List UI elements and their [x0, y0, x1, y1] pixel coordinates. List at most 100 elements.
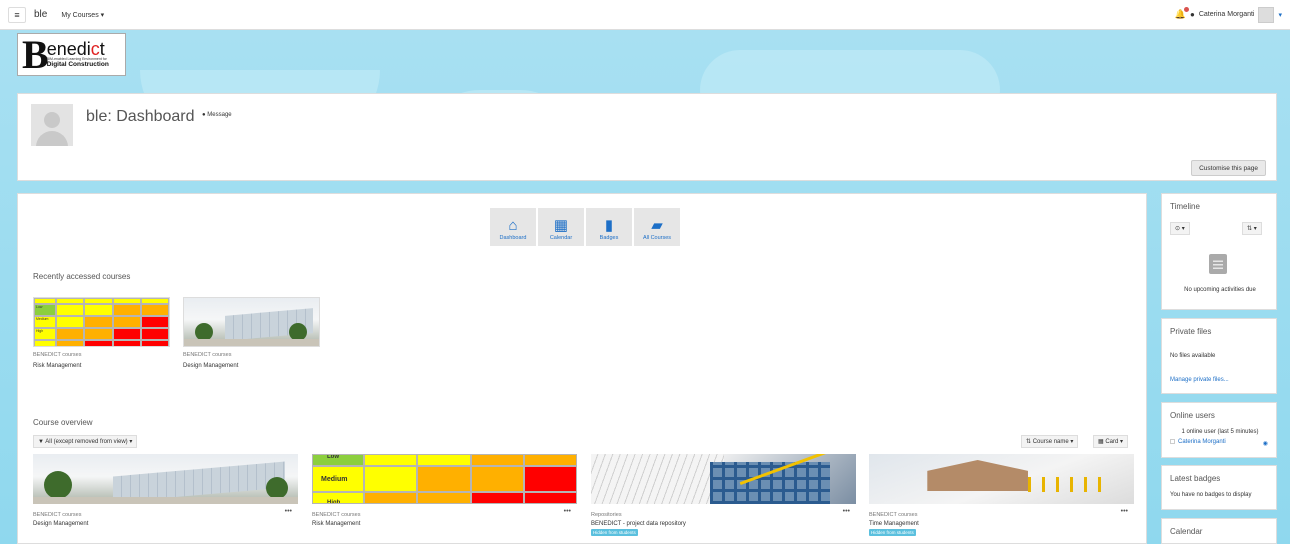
- recent-course-card[interactable]: BENEDICT courses Design Management: [183, 297, 320, 369]
- timeline-filter-dropdown[interactable]: ⊙ ▾: [1170, 222, 1190, 235]
- more-actions-icon[interactable]: •••: [285, 508, 292, 515]
- worker-figures: [1028, 476, 1108, 492]
- site-logo[interactable]: B enedict BIM-enabled Learning Environme…: [17, 33, 126, 76]
- sort-label: Course name: [1032, 439, 1069, 445]
- filter-label: All (except removed from view): [45, 439, 128, 445]
- risk-matrix: Low Medium High: [312, 454, 577, 504]
- user-menu-area: 🔔 ● Caterina Morganti ▾: [1175, 6, 1282, 23]
- logo-letter: B: [22, 31, 49, 77]
- course-image: Low Medium High: [312, 454, 577, 504]
- private-files-empty: No files available: [1170, 353, 1216, 359]
- building-photo: [33, 454, 298, 504]
- quicklink-calendar[interactable]: ▦ Calendar: [538, 208, 584, 246]
- notifications-bell-icon[interactable]: 🔔: [1175, 7, 1189, 20]
- avatar-shoulders: [36, 131, 68, 146]
- course-category: BENEDICT courses: [183, 352, 232, 358]
- quicklink-badges[interactable]: ▮ Badges: [586, 208, 632, 246]
- status-badge: Hidden from students: [591, 529, 638, 536]
- matrix-label: Medium: [34, 316, 56, 328]
- more-actions-icon[interactable]: •••: [843, 508, 850, 515]
- timeline-empty-text: No upcoming activities due: [1184, 287, 1256, 293]
- avatar: [31, 104, 73, 146]
- clock-icon: ⊙: [1175, 226, 1181, 232]
- avatar-head: [44, 112, 60, 128]
- course-filter-dropdown[interactable]: ▼ All (except removed from view) ▾: [33, 435, 138, 448]
- calendar-block: Calendar: [1161, 518, 1277, 544]
- course-image: [33, 454, 298, 504]
- logo-text: enedict BIM-enabled Learning Environment…: [47, 40, 109, 68]
- quicklink-label: Dashboard: [499, 235, 527, 241]
- top-navbar: ≡ ble My Courses ▾ 🔔 ● Caterina Morganti…: [0, 0, 1290, 30]
- view-label: Card: [1105, 439, 1119, 445]
- course-name[interactable]: Risk Management: [312, 521, 577, 527]
- course-category: BENEDICT courses: [312, 512, 361, 518]
- course-image: [869, 454, 1134, 504]
- course-overview-title: Course overview: [33, 418, 93, 427]
- blueprint-rolls: [591, 454, 724, 504]
- avatar[interactable]: [1258, 6, 1275, 23]
- course-card[interactable]: BENEDICT courses Time Management Hidden …: [869, 454, 1134, 544]
- logo-tagline-2: Digital Construction: [46, 61, 109, 69]
- logo-word-part: enedi: [46, 39, 91, 60]
- user-name[interactable]: Caterina Morganti: [1199, 11, 1255, 18]
- matrix-label: Medium: [312, 466, 364, 492]
- recent-courses-title: Recently accessed courses: [33, 272, 131, 281]
- course-image: [591, 454, 856, 504]
- hamburger-icon[interactable]: ≡: [8, 6, 26, 23]
- logo-word-part: t: [99, 39, 105, 60]
- more-actions-icon[interactable]: •••: [1121, 508, 1128, 515]
- manage-private-files-link[interactable]: Manage private files...: [1170, 377, 1229, 383]
- view-dropdown[interactable]: ▦ Card ▾: [1093, 435, 1129, 448]
- course-name[interactable]: Risk Management: [33, 363, 170, 369]
- course-card[interactable]: Repositories BENEDICT - project data rep…: [591, 454, 856, 544]
- status-badge: Hidden from students: [869, 529, 916, 536]
- page-header: ble: Dashboard ● Message Customise this …: [17, 93, 1277, 181]
- filter-icon: ▼: [38, 439, 44, 445]
- message-icon[interactable]: ●: [1190, 10, 1195, 19]
- course-card[interactable]: BENEDICT courses Design Management •••: [33, 454, 298, 544]
- latest-badges-block: Latest badges You have no badges to disp…: [1161, 465, 1277, 510]
- user-avatar-icon: [1170, 439, 1175, 444]
- quicklink-label: Calendar: [549, 235, 573, 241]
- course-name[interactable]: Time Management: [869, 521, 1134, 527]
- eye-icon[interactable]: ◉: [1263, 440, 1268, 447]
- course-category: BENEDICT courses: [33, 352, 82, 358]
- bookmark-icon: ▮: [604, 217, 614, 234]
- course-name[interactable]: Design Management: [183, 363, 320, 369]
- sort-dropdown[interactable]: ⇅ Course name ▾: [1021, 435, 1079, 448]
- message-link[interactable]: ● Message: [202, 112, 232, 118]
- more-actions-icon[interactable]: •••: [564, 508, 571, 515]
- course-card[interactable]: Low Medium High BENEDICT courses Risk Ma…: [312, 454, 577, 544]
- main-content: ⌂ Dashboard ▦ Calendar ▮ Badges ▰ All Co…: [17, 193, 1147, 544]
- quick-links: ⌂ Dashboard ▦ Calendar ▮ Badges ▰ All Co…: [490, 208, 680, 246]
- online-user-item[interactable]: Caterina Morganti: [1170, 439, 1226, 445]
- book-icon: ▰: [651, 217, 663, 234]
- construction-photo: [591, 454, 856, 504]
- matrix-label: Low: [34, 304, 56, 316]
- ground: [184, 339, 319, 346]
- chevron-down-icon[interactable]: ▾: [1278, 11, 1282, 19]
- building-photo: [184, 298, 319, 346]
- course-category: BENEDICT courses: [33, 512, 82, 518]
- recent-course-card[interactable]: Low Medium High BENEDICT courses Risk Ma…: [33, 297, 170, 369]
- my-courses-menu[interactable]: My Courses ▾: [61, 11, 104, 19]
- block-title: Calendar: [1170, 527, 1203, 536]
- matrix-label: High: [34, 328, 56, 340]
- course-name[interactable]: Design Management: [33, 521, 298, 527]
- house-model: [927, 460, 1028, 491]
- empty-timeline-icon: [1209, 254, 1227, 274]
- timeline-sort-dropdown[interactable]: ⇅ ▾: [1242, 222, 1262, 235]
- tree: [43, 471, 72, 499]
- sort-icon: ⇅: [1247, 226, 1253, 232]
- logo-word: enedict: [47, 40, 109, 58]
- customise-page-button[interactable]: Customise this page: [1191, 160, 1266, 176]
- block-title: Private files: [1170, 327, 1212, 336]
- course-name[interactable]: BENEDICT - project data repository: [591, 521, 856, 527]
- quicklink-dashboard[interactable]: ⌂ Dashboard: [490, 208, 536, 246]
- page-title: ble: Dashboard: [86, 108, 195, 125]
- house-model-photo: [869, 454, 1134, 504]
- my-courses-label: My Courses: [61, 11, 99, 19]
- building-frame: [710, 461, 830, 504]
- quicklink-all-courses[interactable]: ▰ All Courses: [634, 208, 680, 246]
- site-name[interactable]: ble: [34, 9, 47, 20]
